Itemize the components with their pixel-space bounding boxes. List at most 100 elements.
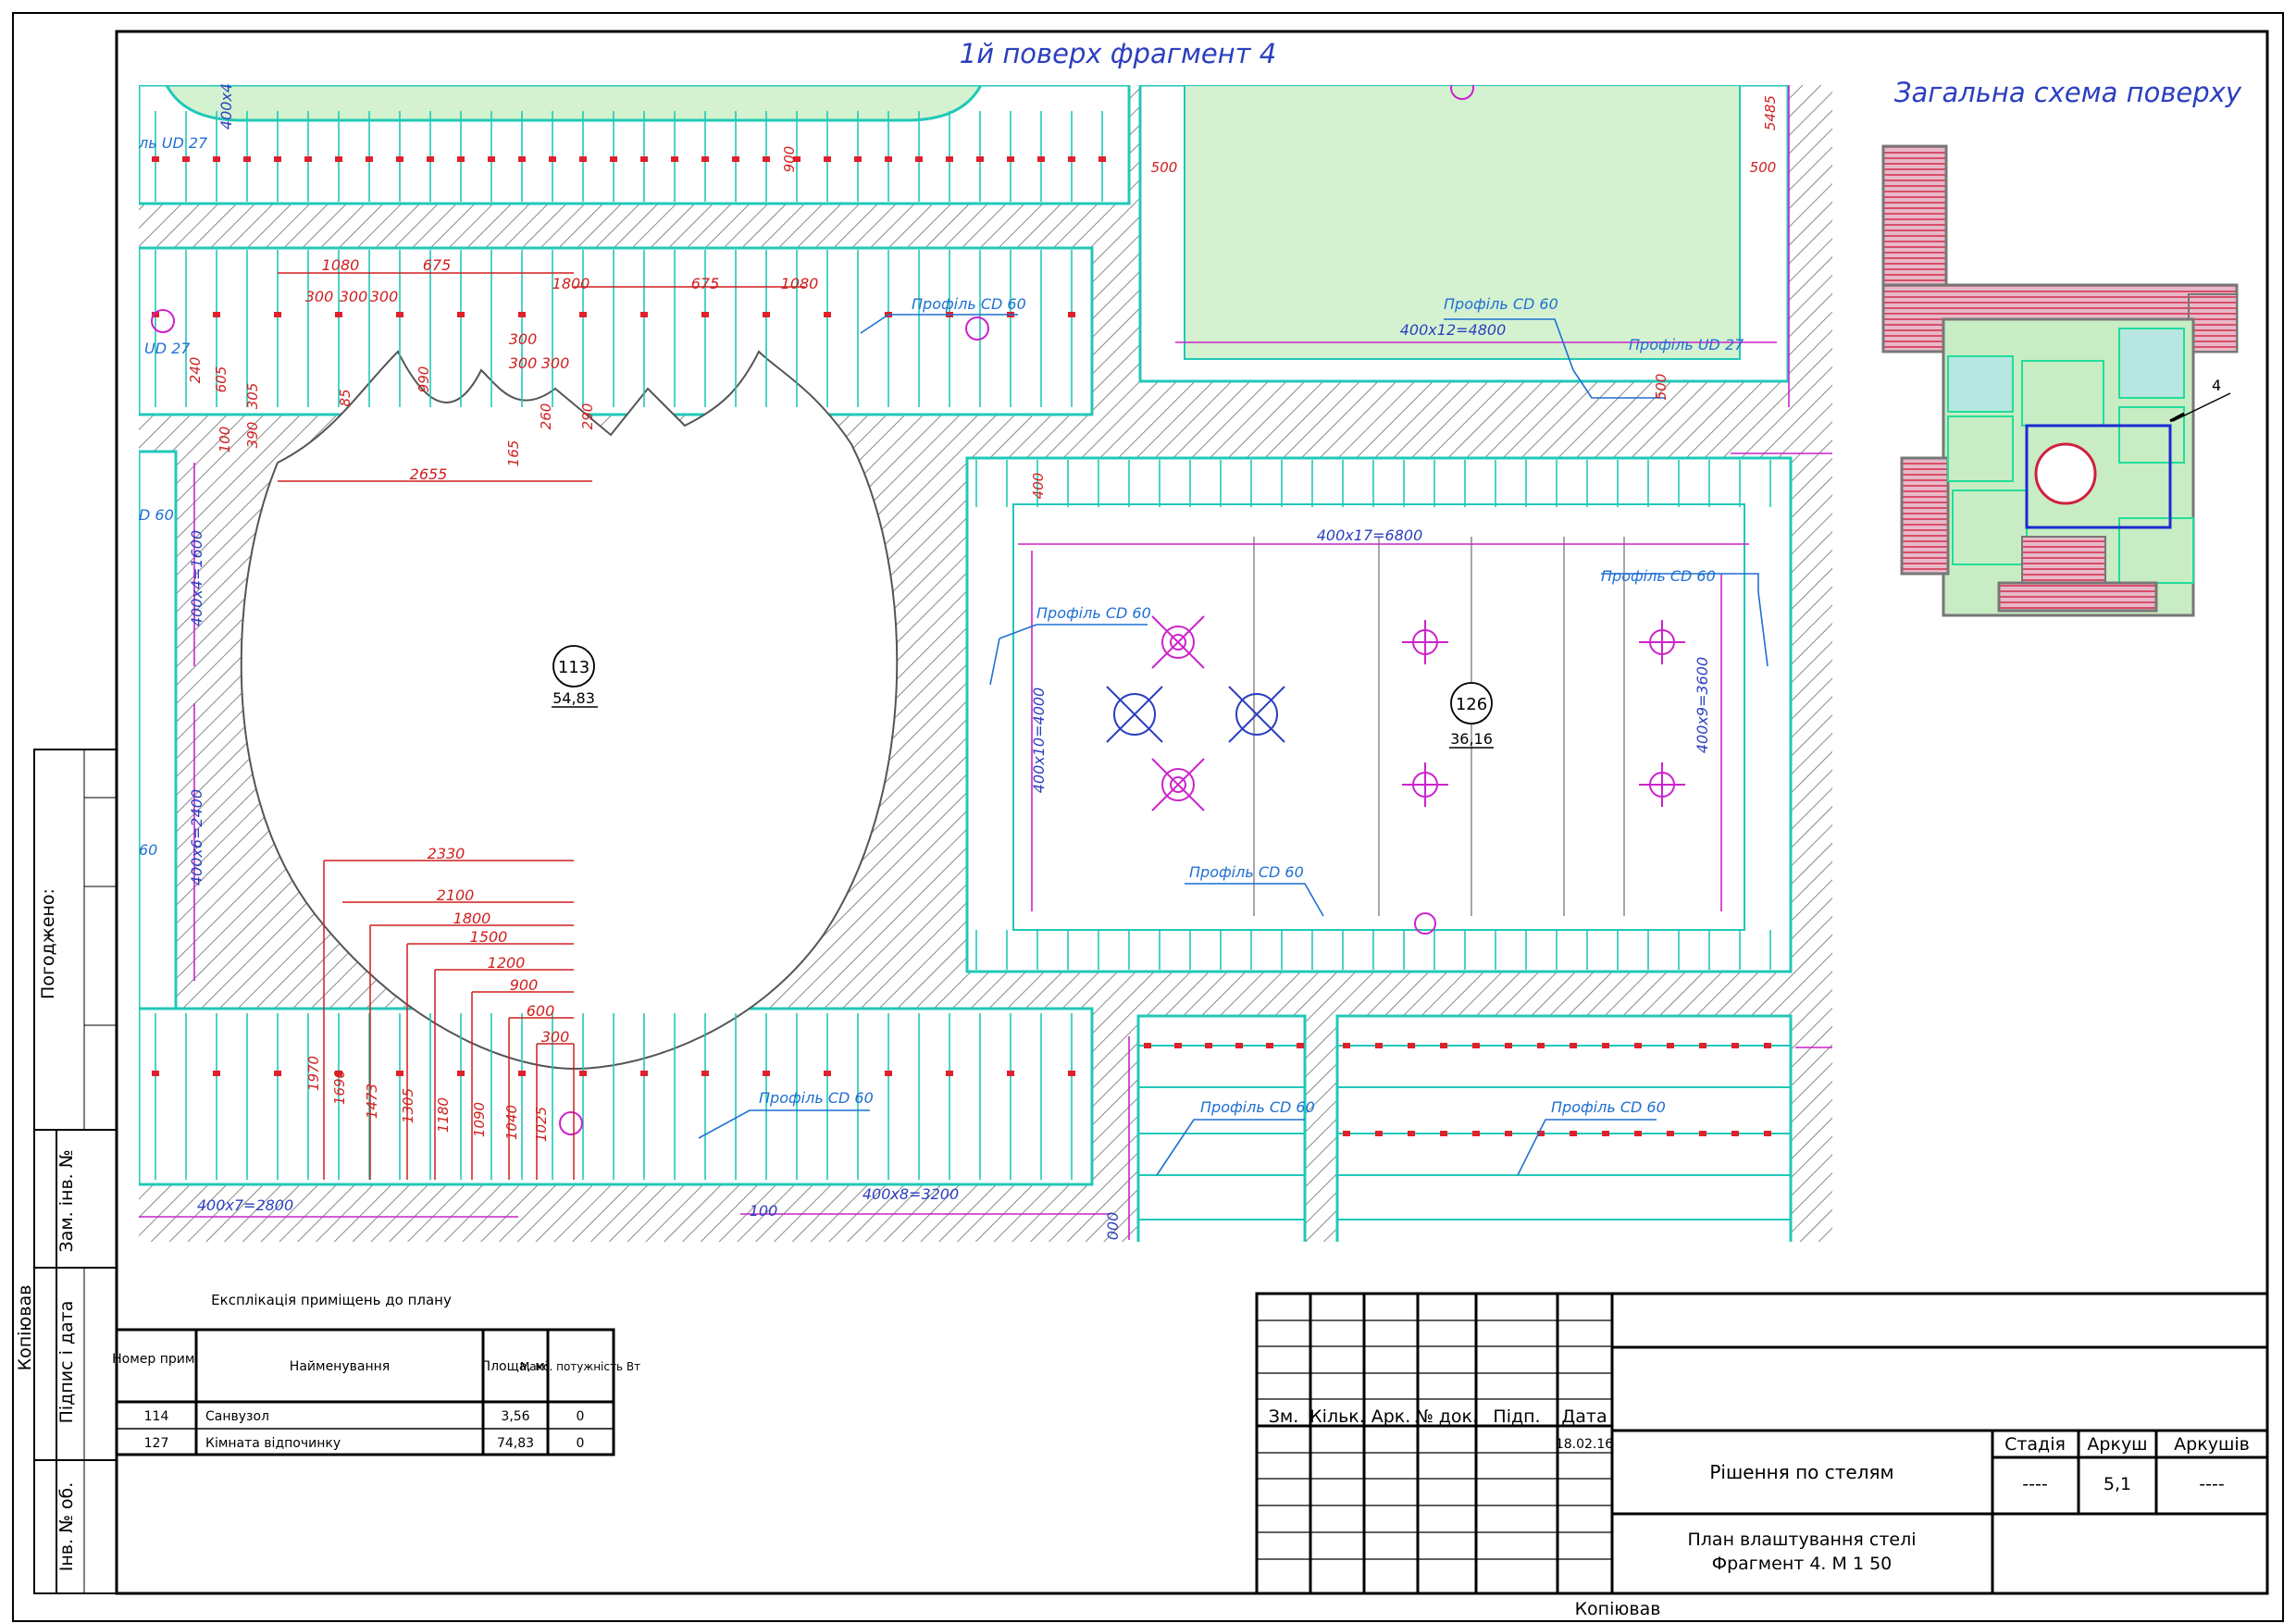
col-header: Арк. [1371, 1406, 1411, 1427]
grid-dim: 400x17=6800 [1317, 527, 1423, 544]
dim-label-vert: 1970 [305, 1056, 322, 1091]
grid-dim: 400x12=4800 [1400, 321, 1507, 339]
dim-label: 675 [691, 275, 720, 292]
dim-label: 1080 [781, 275, 819, 292]
author-bottom: Копіював [1575, 1599, 1661, 1619]
dim-label-arc: 600 [527, 1002, 555, 1020]
dim-label: 300 [305, 288, 334, 305]
dim-label: 2655 [410, 465, 448, 483]
dim-label-vert: 1025 [533, 1107, 550, 1142]
zam-inv-label: Зам. інв. № [56, 1150, 77, 1253]
explication-header: Макс. потужність Вт [520, 1360, 640, 1373]
room-area: 36,16 [1450, 730, 1493, 748]
explication-title: Експлікація приміщень до плану [211, 1292, 452, 1308]
profile-label: D 60 [139, 506, 174, 524]
drawing-name-1: План влаштування стелі [1688, 1530, 1917, 1550]
explication-header: Найменування [290, 1359, 390, 1374]
room-tag-126: 126 36,16 [1449, 682, 1494, 749]
date-value: 18.02.16 [1556, 1437, 1613, 1452]
grid-dim: 400x6=2400 [188, 789, 205, 886]
dim-label-vert: 85 [337, 389, 354, 406]
dim-label-vert: 390 [244, 422, 261, 449]
author-vertical: Копіював [15, 1285, 35, 1371]
dim-label-vert: 100 [217, 427, 233, 453]
dim-label-vert: 1690 [331, 1070, 348, 1105]
room-number: 126 [1456, 695, 1487, 714]
dim-label-arc: 300 [541, 1028, 570, 1046]
approval-label: Погоджено: [38, 888, 58, 999]
table-cell: 114 [144, 1409, 169, 1424]
dim-label-arc: 1500 [470, 928, 508, 946]
dim-label: 300 [509, 330, 538, 348]
dim-label-vert: 165 [505, 440, 522, 467]
table-cell: 0 [577, 1409, 585, 1424]
pidpys-label: Підпис і дата [56, 1301, 77, 1424]
dim-label-vert: 290 [579, 403, 596, 430]
profile-label: Профіль CD 60 [759, 1089, 874, 1107]
stage-header: Аркуш [2087, 1434, 2147, 1455]
table-cell: 74,83 [497, 1436, 534, 1451]
overview-plan: 4 [1881, 144, 2239, 617]
grid-dim: 900 [781, 146, 798, 173]
grid-dim: 400x9=3600 [1694, 657, 1711, 753]
profile-label: ль UD 27 [138, 134, 208, 152]
stage-value: 5,1 [2104, 1474, 2131, 1494]
grid-dim: 400 [1030, 473, 1047, 500]
dim-label: 300 [340, 288, 368, 305]
dim-label-vert: 1040 [503, 1105, 520, 1140]
col-header: № док. [1415, 1406, 1478, 1427]
explication-header: Номер прим. [112, 1352, 199, 1367]
stage-value: ---- [2199, 1474, 2224, 1494]
grid-dim: 400x4 [217, 83, 235, 130]
room-tag-113: 113 54,83 [552, 645, 598, 708]
profile-label: Профіль CD 60 [1444, 295, 1558, 313]
col-header: Підп. [1493, 1406, 1540, 1427]
ceiling-plan-drawing: 1й поверх фрагмент 4 Загальна схема пове… [12, 12, 2284, 1622]
stage-header: Стадія [2004, 1434, 2066, 1455]
profile-label: UD 27 [144, 340, 191, 357]
profile-label: Профіль CD 60 [1189, 863, 1304, 881]
dim-label-arc: 1200 [488, 954, 526, 972]
grid-dim: 500 [1653, 374, 1669, 401]
dim-label-vert: 260 [538, 403, 554, 430]
explication-table: Експлікація приміщень до плану Номер при… [112, 1292, 640, 1456]
table-cell: 3,56 [501, 1409, 529, 1424]
dim-label: 675 [423, 256, 452, 274]
dim-label: 1080 [322, 256, 360, 274]
profile-label: Профіль CD 60 [1551, 1098, 1666, 1116]
drawing-name-2: Фрагмент 4. М 1 50 [1712, 1554, 1893, 1574]
grid-dim: 500 [1151, 159, 1178, 176]
grid-dim: 000 [1104, 1212, 1122, 1241]
grid-dim: 400x10=4000 [1030, 688, 1048, 794]
stage-value: ---- [2022, 1474, 2047, 1494]
title-block: Зм. Кільк. Арк. № док. Підп. Дата 18.02.… [1255, 1292, 2269, 1595]
profile-label: 60 [139, 841, 157, 859]
dim-label: 300 [370, 288, 399, 305]
room-area: 54,83 [552, 689, 595, 707]
plan-area [139, 85, 1832, 1242]
table-cell: Санвузол [205, 1409, 269, 1424]
room-number: 113 [558, 658, 590, 677]
col-header: Зм. [1269, 1406, 1299, 1427]
dim-label-vert: 605 [213, 366, 230, 393]
dim-label-vert: 1180 [435, 1097, 452, 1133]
dim-label-arc: 900 [510, 976, 539, 994]
grid-dim: 5485 [1762, 95, 1779, 130]
table-cell: 127 [144, 1436, 169, 1451]
dim-label-vert: 305 [244, 383, 261, 410]
dim-label-vert: 240 [187, 357, 204, 384]
profile-label: Профіль CD 60 [1036, 604, 1151, 622]
overview-title: Загальна схема поверху [1894, 77, 2242, 108]
overview-marker: 4 [2212, 377, 2221, 394]
profile-label: Профіль CD 60 [1601, 567, 1716, 585]
col-header: Кільк. [1309, 1406, 1365, 1427]
inv-orig-label: Інв. № об. [56, 1482, 77, 1571]
stage-header: Аркушів [2174, 1434, 2250, 1455]
dim-label-arc: 2330 [428, 845, 465, 862]
col-header: Дата [1561, 1406, 1607, 1427]
grid-dim: 500 [1750, 159, 1777, 176]
profile-label: Профіль CD 60 [912, 295, 1026, 313]
dim-label-vert: 1090 [471, 1102, 488, 1137]
dim-label-arc: 1800 [453, 910, 491, 927]
dim-label-vert: 1305 [400, 1088, 416, 1123]
